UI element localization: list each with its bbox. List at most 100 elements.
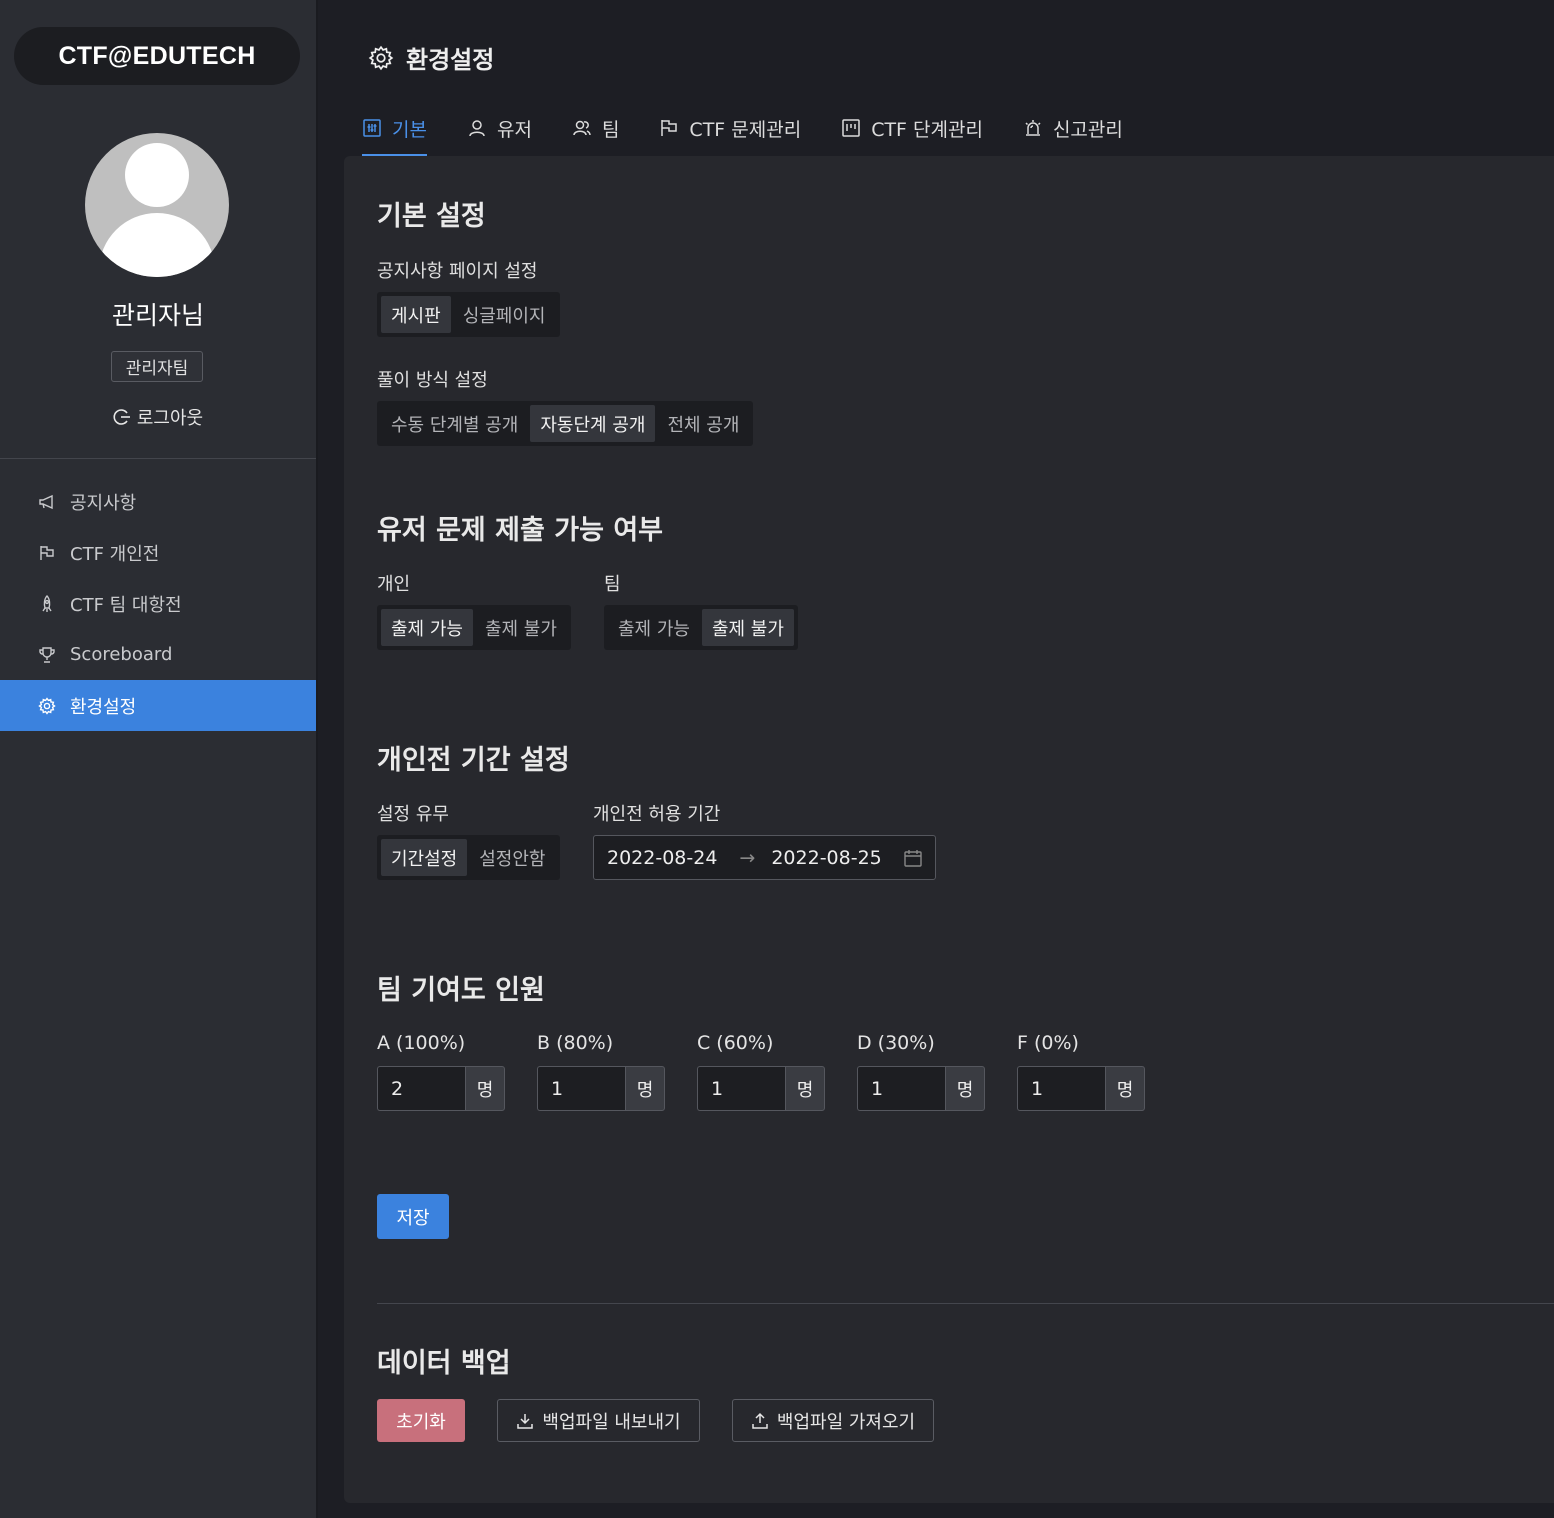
period-option-set[interactable]: 기간설정 (381, 839, 468, 876)
save-button[interactable]: 저장 (377, 1194, 449, 1239)
sidebar-item-notice[interactable]: 공지사항 (0, 476, 316, 527)
grade-f-input-group: 1 명 (1017, 1066, 1145, 1111)
tab-ctf-stages[interactable]: CTF 단계관리 (841, 102, 983, 154)
download-icon (517, 1413, 534, 1429)
tab-label: 유저 (496, 118, 532, 141)
grade-d-label: D (30%) (857, 1032, 935, 1054)
sidebar-item-label: CTF 팀 대항전 (70, 594, 182, 616)
gear-icon (38, 696, 56, 715)
logout-icon (113, 409, 130, 425)
grade-c-label: C (60%) (697, 1032, 774, 1054)
avatar (85, 133, 229, 277)
megaphone-icon (39, 494, 53, 509)
unit-addon: 명 (785, 1066, 825, 1111)
notice-page-toggle: 게시판 싱글페이지 (377, 292, 560, 337)
team-label: 팀 (604, 574, 621, 595)
grade-a-input-group: 2 명 (377, 1066, 505, 1111)
team-submit-toggle: 출제 가능 출제 불가 (604, 605, 798, 650)
reset-button[interactable]: 초기화 (377, 1399, 465, 1442)
notice-option-single-page[interactable]: 싱글페이지 (453, 296, 556, 333)
team-badge: 관리자팀 (111, 351, 203, 382)
tab-label: CTF 단계관리 (871, 118, 983, 141)
end-date[interactable]: 2022-08-25 (771, 847, 881, 869)
sidebar-nav: 공지사항 CTF 개인전 CTF 팀 대항전 Scoreboard 환경설정 (0, 476, 316, 731)
personal-submit-toggle: 출제 가능 출제 불가 (377, 605, 571, 650)
sidebar-divider (0, 458, 316, 459)
gear-icon (368, 45, 394, 70)
grade-b-input[interactable]: 1 (537, 1066, 625, 1111)
unit-addon: 명 (1105, 1066, 1145, 1111)
grade-b-input-group: 1 명 (537, 1066, 665, 1111)
section-title-contribution: 팀 기여도 인원 (377, 975, 545, 1006)
tab-ctf-problems[interactable]: CTF 문제관리 (659, 102, 801, 154)
sidebar-item-label: Scoreboard (70, 644, 173, 665)
team-icon (573, 120, 591, 136)
period-toggle: 기간설정 설정안함 (377, 835, 560, 880)
page-title: 환경설정 (368, 40, 494, 75)
trophy-icon (39, 646, 55, 663)
grade-d-input[interactable]: 1 (857, 1066, 945, 1111)
solve-mode-toggle: 수동 단계별 공개 자동단계 공개 전체 공개 (377, 401, 754, 446)
calendar-icon (904, 850, 922, 867)
tab-label: CTF 문제관리 (689, 118, 802, 141)
sidebar-item-scoreboard[interactable]: Scoreboard (0, 629, 316, 680)
grade-c-input-group: 1 명 (697, 1066, 825, 1111)
tab-user[interactable]: 유저 (467, 102, 532, 154)
import-backup-button[interactable]: 백업파일 가져오기 (732, 1399, 934, 1442)
section-title-backup: 데이터 백업 (377, 1348, 511, 1379)
personal-label: 개인 (377, 574, 411, 595)
period-option-none[interactable]: 설정안함 (469, 839, 555, 876)
import-backup-label: 백업파일 가져오기 (776, 1411, 916, 1433)
notice-page-label: 공지사항 페이지 설정 (377, 261, 538, 282)
project-icon (842, 119, 860, 137)
sidebar-item-settings[interactable]: 환경설정 (0, 680, 316, 731)
grade-f-label: F (0%) (1017, 1032, 1079, 1054)
solve-option-auto[interactable]: 자동단계 공개 (530, 405, 656, 442)
section-title-submit: 유저 문제 제출 가능 여부 (377, 515, 663, 546)
grade-a-label: A (100%) (377, 1032, 466, 1054)
sidebar-item-label: 공지사항 (70, 492, 137, 514)
flag-icon (661, 120, 678, 136)
rocket-icon (42, 594, 52, 612)
settings-card: 기본 설정 공지사항 페이지 설정 게시판 싱글페이지 풀이 방식 설정 수동 … (344, 156, 1554, 1503)
brand-logo[interactable]: CTF@EDUTECH (14, 27, 300, 85)
tab-label: 기본 (392, 118, 427, 141)
tab-team[interactable]: 팀 (572, 102, 619, 154)
sliders-icon (363, 119, 381, 137)
unit-addon: 명 (465, 1066, 505, 1111)
grade-a-input[interactable]: 2 (377, 1066, 465, 1111)
section-title-basic: 기본 설정 (377, 201, 486, 232)
tab-reports[interactable]: 신고관리 (1023, 102, 1123, 154)
export-backup-label: 백업파일 내보내기 (542, 1411, 681, 1433)
solve-option-manual[interactable]: 수동 단계별 공개 (381, 405, 528, 442)
flag-icon (40, 545, 54, 560)
section-divider (377, 1303, 1554, 1304)
sidebar-item-ctf-individual[interactable]: CTF 개인전 (0, 527, 316, 578)
export-backup-button[interactable]: 백업파일 내보내기 (497, 1399, 700, 1442)
date-range-picker[interactable]: 2022-08-24 → 2022-08-25 (593, 835, 936, 880)
personal-option-allowed[interactable]: 출제 가능 (381, 609, 473, 646)
sidebar-item-ctf-team[interactable]: CTF 팀 대항전 (0, 578, 316, 629)
logout-button[interactable]: 로그아웃 (0, 404, 316, 430)
team-option-denied[interactable]: 출제 불가 (701, 609, 794, 646)
sidebar-item-label: CTF 개인전 (70, 543, 160, 565)
period-range-label: 개인전 허용 기간 (593, 804, 721, 825)
grade-c-input[interactable]: 1 (697, 1066, 785, 1111)
upload-icon (752, 1412, 768, 1429)
grade-f-input[interactable]: 1 (1017, 1066, 1105, 1111)
solve-option-all[interactable]: 전체 공개 (657, 405, 749, 442)
page-title-text: 환경설정 (406, 46, 495, 74)
notice-option-board[interactable]: 게시판 (381, 296, 451, 333)
tab-label: 팀 (601, 118, 620, 141)
personal-option-denied[interactable]: 출제 불가 (475, 609, 567, 646)
team-option-allowed[interactable]: 출제 가능 (608, 609, 700, 646)
unit-addon: 명 (625, 1066, 665, 1111)
alert-icon (1025, 120, 1041, 136)
range-arrow-icon: → (739, 846, 756, 869)
tab-label: 신고관리 (1052, 118, 1123, 141)
grade-d-input-group: 1 명 (857, 1066, 985, 1111)
start-date[interactable]: 2022-08-24 (607, 847, 717, 869)
tab-basic[interactable]: 기본 (362, 102, 427, 156)
solve-mode-label: 풀이 방식 설정 (377, 370, 488, 391)
unit-addon: 명 (945, 1066, 985, 1111)
